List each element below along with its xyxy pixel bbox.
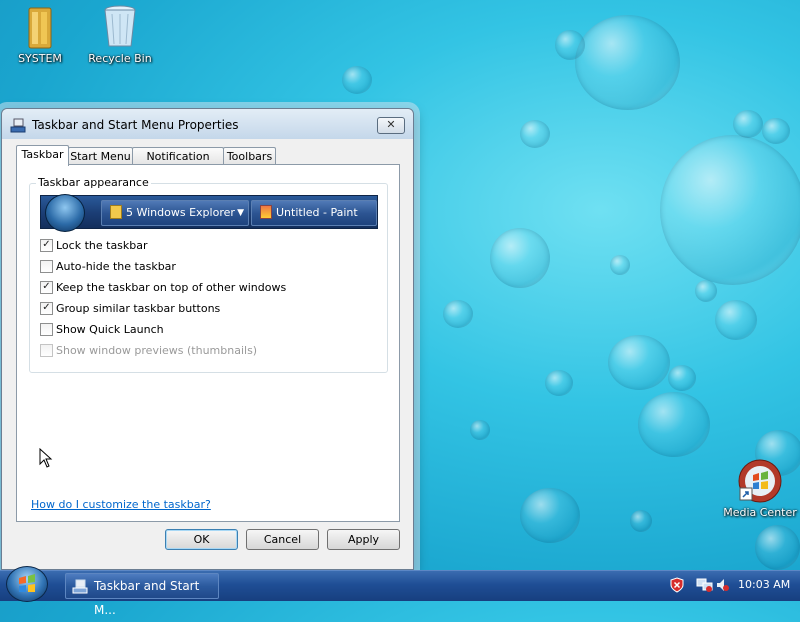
ok-button[interactable]: OK [165, 529, 238, 550]
taskbar-properties-icon [10, 118, 26, 133]
help-link[interactable]: How do I customize the taskbar? [31, 498, 211, 511]
desktop-icon-system[interactable]: SYSTEM [0, 4, 80, 65]
group-title: Taskbar appearance [36, 176, 151, 189]
taskbar-window-button[interactable]: Taskbar and Start M... [65, 573, 219, 617]
taskbar-preview: 5 Windows Explorer ▼ Untitled - Paint [40, 194, 378, 232]
bubble-decoration [342, 66, 372, 94]
taskbar-appearance-group: Taskbar appearance 5 Windows Explorer ▼ … [29, 176, 388, 373]
checkbox-unchecked-icon[interactable] [40, 322, 53, 336]
bubble-decoration [520, 488, 580, 543]
bubble-decoration [490, 228, 550, 288]
option-lock-taskbar[interactable]: ✓ Lock the taskbar [40, 238, 148, 255]
taskbar-properties-icon [72, 579, 88, 594]
bubble-decoration [610, 255, 630, 275]
bubble-decoration [638, 392, 710, 457]
clock[interactable]: 10:03 AM [738, 578, 790, 591]
desktop-icon-label: SYSTEM [18, 52, 62, 65]
bubble-decoration [545, 370, 573, 396]
bubble-decoration [470, 420, 490, 440]
taskbar-properties-dialog: Taskbar and Start Menu Properties ✕ Task… [1, 108, 414, 570]
close-button[interactable]: ✕ [377, 117, 405, 134]
bubble-decoration [762, 118, 790, 144]
bubble-decoration [733, 110, 763, 138]
media-center-icon [738, 459, 782, 503]
checkbox-checked-icon[interactable]: ✓ [40, 280, 53, 294]
volume-icon[interactable] [716, 577, 730, 593]
desktop-icon-label: Media Center [723, 506, 797, 519]
folder-icon [28, 7, 52, 49]
checkbox-checked-icon[interactable]: ✓ [40, 301, 53, 315]
bubble-decoration [715, 300, 757, 340]
tab-panel-taskbar: Taskbar appearance 5 Windows Explorer ▼ … [16, 164, 400, 522]
windows-logo-icon [19, 574, 35, 592]
start-button[interactable] [6, 566, 48, 602]
desktop-icon-media-center[interactable]: Media Center [720, 458, 800, 519]
preview-paint-button: Untitled - Paint [251, 200, 377, 226]
dialog-title: Taskbar and Start Menu Properties [32, 118, 239, 132]
bubble-decoration [630, 510, 652, 532]
option-auto-hide[interactable]: Auto-hide the taskbar [40, 259, 176, 276]
checkbox-unchecked-icon[interactable] [40, 259, 53, 273]
preview-explorer-button: 5 Windows Explorer ▼ [101, 200, 249, 226]
security-alert-icon[interactable] [669, 577, 685, 593]
bubble-decoration [668, 365, 696, 391]
cancel-button[interactable]: Cancel [246, 529, 319, 550]
option-group-buttons[interactable]: ✓ Group similar taskbar buttons [40, 301, 220, 318]
option-window-previews: Show window previews (thumbnails) [40, 343, 257, 360]
bubble-decoration [695, 280, 717, 302]
desktop-icon-label: Recycle Bin [88, 52, 152, 65]
taskbar-window-label: Taskbar and Start M... [94, 579, 200, 617]
network-icon[interactable] [696, 577, 714, 593]
tab-taskbar[interactable]: Taskbar [16, 145, 69, 166]
folder-icon [110, 205, 122, 219]
chevron-down-icon: ▼ [237, 208, 244, 218]
start-orb-preview-icon [45, 194, 85, 232]
bubble-decoration [608, 335, 670, 390]
option-show-quick-launch[interactable]: Show Quick Launch [40, 322, 164, 339]
bubble-decoration [660, 135, 800, 285]
bubble-decoration [755, 525, 800, 570]
paint-icon [260, 205, 272, 219]
mouse-cursor-icon [39, 448, 53, 468]
apply-button[interactable]: Apply [327, 529, 400, 550]
checkbox-disabled-icon [40, 343, 53, 357]
dialog-titlebar[interactable]: Taskbar and Start Menu Properties ✕ [2, 109, 413, 139]
option-keep-on-top[interactable]: ✓ Keep the taskbar on top of other window… [40, 280, 286, 297]
recycle-bin-icon [104, 5, 136, 47]
desktop-icon-recycle-bin[interactable]: Recycle Bin [80, 2, 160, 65]
bubble-decoration [443, 300, 473, 328]
bubble-decoration [555, 30, 585, 60]
tab-start-menu[interactable]: Start Menu [68, 147, 133, 165]
tab-notification-area[interactable]: Notification Area [132, 147, 224, 180]
checkbox-checked-icon[interactable]: ✓ [40, 238, 53, 252]
tab-toolbars[interactable]: Toolbars [223, 147, 276, 165]
close-icon: ✕ [386, 118, 396, 131]
bubble-decoration [575, 15, 680, 110]
bubble-decoration [520, 120, 550, 148]
